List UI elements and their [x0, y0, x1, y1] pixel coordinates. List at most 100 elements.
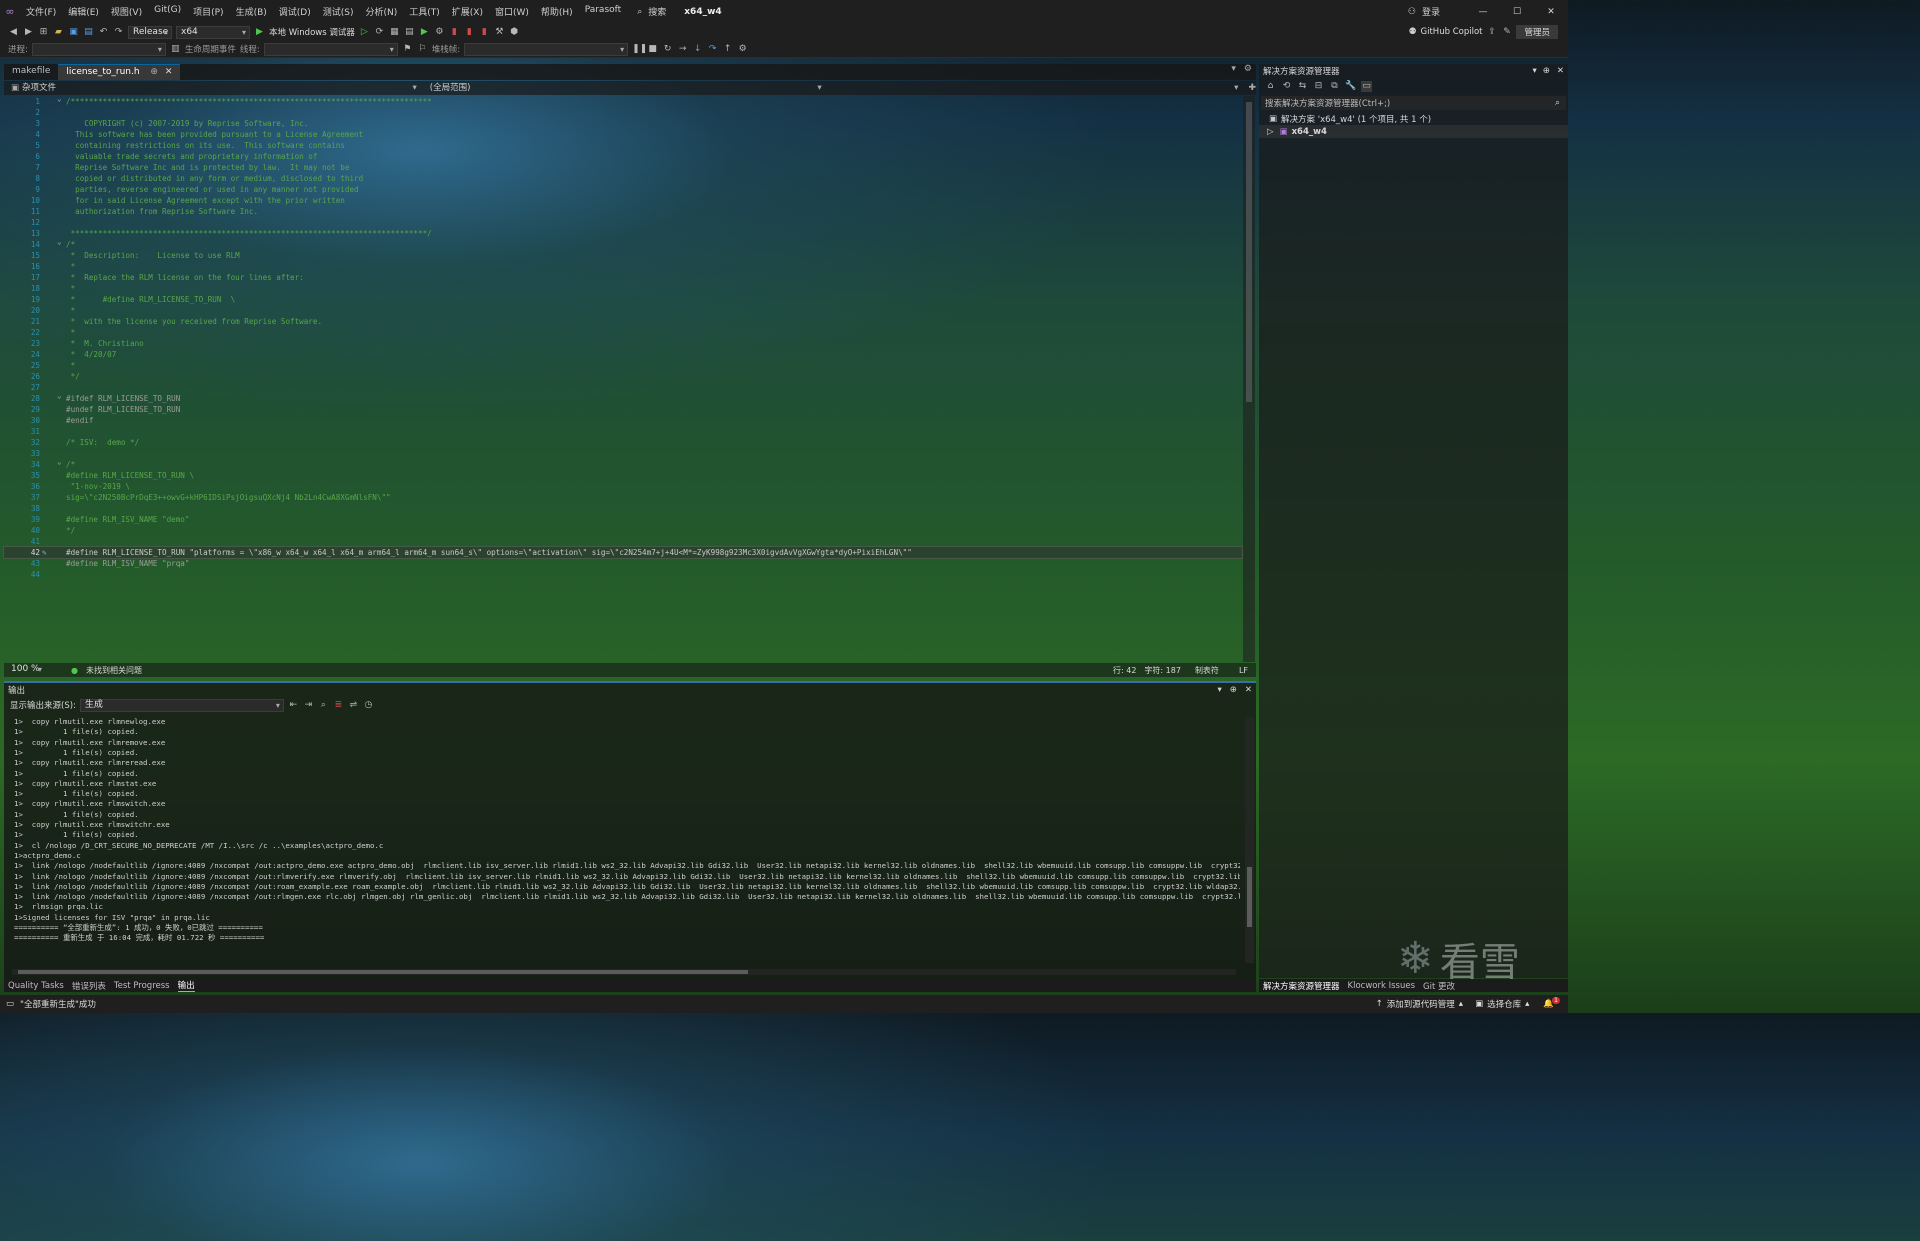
split-window-icon[interactable]: ✚: [1248, 83, 1256, 93]
menu-item[interactable]: Parasoft: [579, 5, 628, 18]
code-line[interactable]: 28 #ifdef RLM_LICENSE_TO_RUN ⌄: [4, 391, 1242, 404]
code-line[interactable]: 38: [4, 503, 1242, 514]
hex-display-icon[interactable]: ⚙: [737, 44, 748, 55]
scrollbar-thumb[interactable]: [1246, 102, 1252, 402]
code-line[interactable]: 10 for in said License Agreement except …: [4, 195, 1242, 206]
github-copilot-button[interactable]: GitHub Copilot: [1421, 27, 1483, 37]
bookmark-prev-icon[interactable]: ▮: [479, 27, 490, 38]
output-text[interactable]: 1> copy rlmutil.exe rlmnewlog.exe 1> 1 fi…: [4, 713, 1240, 965]
output-vscrollbar[interactable]: [1245, 717, 1254, 963]
new-project-icon[interactable]: ⊞: [38, 27, 49, 38]
code-line[interactable]: 35 #define RLM_LICENSE_TO_RUN \: [4, 470, 1242, 481]
save-all-icon[interactable]: ▤: [83, 27, 94, 38]
code-line[interactable]: 31: [4, 426, 1242, 437]
find-message-icon[interactable]: ⌕: [318, 700, 329, 711]
issues-status[interactable]: 未找到相关问题: [86, 665, 142, 676]
right-panel-tab[interactable]: Klocwork Issues: [1348, 981, 1416, 991]
step-over-icon[interactable]: ↷: [707, 44, 718, 55]
bottom-tab[interactable]: 错误列表: [72, 980, 106, 992]
tree-item-solution[interactable]: ▣ 解决方案 'x64_w4' (1 个项目, 共 1 个): [1259, 112, 1568, 125]
redo-icon[interactable]: ↷: [113, 27, 124, 38]
code-line[interactable]: 7 Reprise Software Inc and is protected …: [4, 162, 1242, 173]
menu-item[interactable]: 视图(V): [105, 5, 148, 18]
code-line[interactable]: 30 #endif: [4, 415, 1242, 426]
code-line[interactable]: 43 #define RLM_ISV_NAME "prqa": [4, 558, 1242, 569]
indent-indicator[interactable]: 制表符: [1195, 665, 1219, 676]
settings-icon[interactable]: ⚙: [1240, 64, 1256, 80]
close-icon[interactable]: ✕: [1553, 66, 1568, 76]
member-dropdown[interactable]: ▾: [832, 82, 1241, 94]
start-debug-icon[interactable]: ▶: [254, 27, 265, 38]
right-panel-tab[interactable]: Git 更改: [1423, 980, 1455, 992]
output-hscrollbar[interactable]: [12, 969, 1236, 975]
code-line[interactable]: 37 sig=\"c2N250BcPrDqE3++owvG+kHP6IDSiPsj…: [4, 492, 1242, 503]
stop-icon[interactable]: ■: [647, 44, 658, 55]
collapse-all-icon[interactable]: ⊟: [1313, 81, 1324, 92]
menu-item[interactable]: 项目(P): [187, 5, 229, 18]
share-icon[interactable]: ⇪: [1486, 27, 1497, 38]
browser-link-icon[interactable]: ▦: [389, 27, 400, 38]
close-icon[interactable]: ✕: [1241, 685, 1256, 695]
code-line[interactable]: 24 * 4/20/07: [4, 349, 1242, 360]
code-line[interactable]: 12: [4, 217, 1242, 228]
lifecycle-events-button[interactable]: 生命周期事件: [185, 43, 236, 55]
chevron-down-icon[interactable]: ▾: [1213, 685, 1225, 695]
code-line[interactable]: 42 #define RLM_LICENSE_TO_RUN "platforms …: [3, 546, 1243, 559]
layout-icon[interactable]: ▤: [404, 27, 415, 38]
minimize-button[interactable]: —: [1466, 7, 1500, 17]
menu-item[interactable]: Git(G): [148, 5, 187, 18]
stack-frame-select[interactable]: [464, 42, 629, 56]
close-window-button[interactable]: ✕: [1534, 7, 1568, 17]
scope-dropdown[interactable]: (全局范围) ▾: [427, 82, 824, 94]
navigate-forward-icon[interactable]: ▶: [23, 27, 34, 38]
lifecycle-icon[interactable]: ▥: [170, 44, 181, 55]
word-wrap-icon[interactable]: ⇌: [348, 700, 359, 711]
chevron-down-icon[interactable]: ▾: [1529, 66, 1539, 76]
thread-select[interactable]: [263, 42, 398, 56]
clear-all-icon[interactable]: ≣: [333, 700, 344, 711]
char-indicator[interactable]: 字符: 187: [1144, 665, 1181, 676]
save-icon[interactable]: ▣: [68, 27, 79, 38]
code-line[interactable]: 5 containing restrictions on its use. Th…: [4, 140, 1242, 151]
attach-icon[interactable]: ⚙: [434, 27, 445, 38]
eol-indicator[interactable]: LF: [1239, 666, 1248, 675]
zoom-select[interactable]: 100 %: [7, 664, 45, 677]
menu-item[interactable]: 调试(D): [273, 5, 317, 18]
feedback-icon[interactable]: ✎: [1501, 27, 1512, 38]
show-all-files-icon[interactable]: ⧉: [1329, 81, 1340, 92]
tree-item-project[interactable]: ▷ ▣ x64_w4: [1259, 125, 1568, 138]
select-repository-button[interactable]: 选择仓库: [1487, 998, 1521, 1010]
fold-toggle-icon[interactable]: ⌄: [57, 236, 62, 247]
goto-prev-message-icon[interactable]: ⇤: [288, 700, 299, 711]
code-line[interactable]: 23 * M. Christiano: [4, 338, 1242, 349]
vs-logo-icon[interactable]: ∞: [0, 5, 20, 18]
menu-item[interactable]: 工具(T): [403, 5, 446, 18]
code-line[interactable]: 11 authorization from Reprise Software I…: [4, 206, 1242, 217]
code-line[interactable]: 29 #undef RLM_LICENSE_TO_RUN: [4, 404, 1242, 415]
code-line[interactable]: 22 *: [4, 327, 1242, 338]
login-button[interactable]: 登录: [1416, 5, 1446, 18]
menu-item[interactable]: 分析(N): [359, 5, 403, 18]
code-line[interactable]: 8 copied or distributed in any form or m…: [4, 173, 1242, 184]
code-line[interactable]: 40 */: [4, 525, 1242, 536]
code-line[interactable]: 33: [4, 448, 1242, 459]
pin-icon[interactable]: ⊕: [1226, 685, 1241, 695]
code-line[interactable]: 21 * with the license you received from …: [4, 316, 1242, 327]
code-line[interactable]: 3 COPYRIGHT (c) 2007-2019 by Reprise Sof…: [4, 118, 1242, 129]
code-line[interactable]: 41: [4, 536, 1242, 547]
sync-icon[interactable]: ⟲: [1281, 81, 1292, 92]
code-line[interactable]: 15 * Description: License to use RLM: [4, 250, 1242, 261]
tab-license-to-run[interactable]: license_to_run.h ⊕ ✕: [58, 64, 181, 80]
undo-icon[interactable]: ↶: [98, 27, 109, 38]
preview-icon[interactable]: ▭: [1361, 80, 1372, 92]
search-button[interactable]: 搜索: [642, 5, 672, 18]
pin-icon[interactable]: ⊕: [150, 67, 158, 77]
properties-icon[interactable]: 🔧: [1345, 81, 1356, 92]
right-panel-tab[interactable]: 解决方案资源管理器: [1263, 980, 1340, 992]
bottom-tab[interactable]: Test Progress: [114, 981, 170, 991]
menu-item[interactable]: 文件(F): [20, 5, 62, 18]
bookmark-icon[interactable]: ▮: [449, 27, 460, 38]
code-line[interactable]: 16 *: [4, 261, 1242, 272]
output-source-select[interactable]: 生成: [79, 698, 284, 712]
code-line[interactable]: 44: [4, 569, 1242, 580]
